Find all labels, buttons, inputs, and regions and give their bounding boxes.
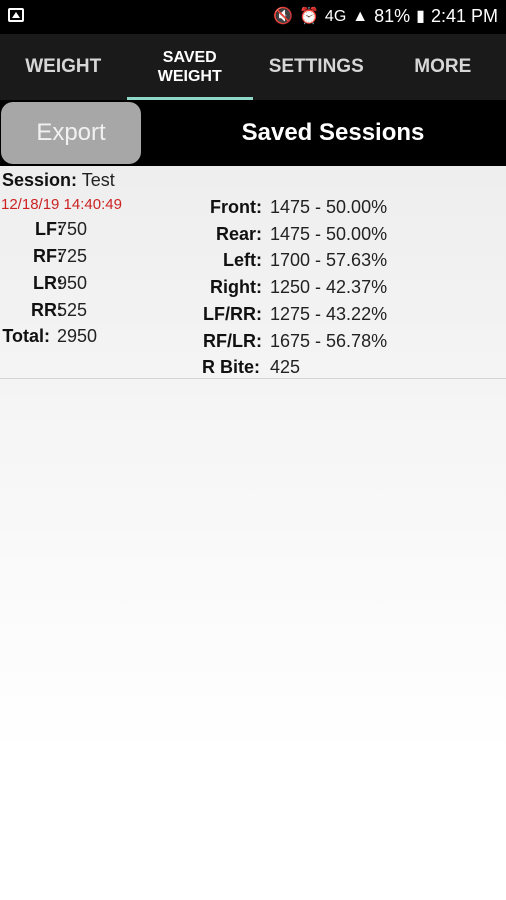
network-type-label: 4G xyxy=(324,7,347,25)
session-name-row: Session: Test xyxy=(2,170,115,191)
tab-label: WEIGHT xyxy=(25,56,102,77)
session-item[interactable]: Session: Test 12/18/19 14:40:49 LF: 750 … xyxy=(0,166,506,379)
alarm-icon: ⏰ xyxy=(299,7,319,25)
stat-label-rf-lr: RF/LR: xyxy=(203,331,262,351)
status-left xyxy=(8,8,24,22)
stat-label-rear: Rear: xyxy=(215,224,262,244)
stat-value-rear: 1475 - 50.00% xyxy=(270,224,388,244)
session-name: Test xyxy=(81,170,115,190)
corner-value-rf: 725 xyxy=(57,246,88,266)
tab-label: SETTINGS xyxy=(268,56,364,77)
corner-label-rf: RF: xyxy=(33,246,63,266)
mute-icon: 🔇 xyxy=(273,7,293,25)
total-value: 2950 xyxy=(57,326,98,346)
clock-time: 2:41 PM xyxy=(430,6,498,26)
tab-settings[interactable]: SETTINGS xyxy=(253,34,380,100)
stat-label-lf-rr: LF/RR: xyxy=(203,304,262,324)
session-label: Session: xyxy=(2,170,78,190)
stat-label-left: Left: xyxy=(223,250,262,270)
stat-label-right: Right: xyxy=(210,277,262,297)
corner-label-lf: LF: xyxy=(35,219,63,239)
stat-value-front: 1475 - 50.00% xyxy=(270,197,388,217)
tab-label: SAVED WEIGHT xyxy=(157,49,222,85)
sessions-list: Session: Test 12/18/19 14:40:49 LF: 750 … xyxy=(0,166,506,900)
page-header: Export Saved Sessions xyxy=(0,100,506,166)
tab-weight[interactable]: WEIGHT xyxy=(0,34,127,100)
status-right: 🔇 ⏰ 4G ▲ 81% ▮ 2:41 PM xyxy=(273,6,498,27)
stat-value-lf-rr: 1275 - 43.22% xyxy=(270,304,388,324)
tab-label: MORE xyxy=(414,56,472,77)
tab-bar: WEIGHT SAVED WEIGHT SETTINGS MORE xyxy=(0,34,506,100)
battery-percent: 81% xyxy=(374,6,411,26)
status-bar: 🔇 ⏰ 4G ▲ 81% ▮ 2:41 PM xyxy=(0,0,506,34)
tab-saved-weight[interactable]: SAVED WEIGHT xyxy=(126,34,253,100)
corner-value-lr: 950 xyxy=(57,273,88,293)
export-button[interactable]: Export xyxy=(1,102,141,164)
tab-more[interactable]: MORE xyxy=(380,34,506,100)
corner-value-rr: 525 xyxy=(57,300,88,320)
image-notification-icon xyxy=(8,8,24,22)
corner-value-lf: 750 xyxy=(57,219,88,239)
page-title: Saved Sessions xyxy=(241,119,425,146)
stat-value-right: 1250 - 42.37% xyxy=(270,277,388,297)
stat-label-front: Front: xyxy=(210,197,262,217)
total-label: Total: xyxy=(2,326,50,346)
corner-label-rr: RR: xyxy=(31,300,63,320)
battery-icon: ▮ xyxy=(416,7,425,25)
stat-value-rf-lr: 1675 - 56.78% xyxy=(270,331,388,351)
corner-label-lr: LR: xyxy=(33,273,63,293)
stat-label-r-bite: R Bite: xyxy=(202,357,260,377)
signal-icon: ▲ xyxy=(352,7,369,25)
stat-value-r-bite: 425 xyxy=(270,357,301,377)
session-date: 12/18/19 14:40:49 xyxy=(1,196,122,213)
stat-value-left: 1700 - 57.63% xyxy=(270,250,388,270)
